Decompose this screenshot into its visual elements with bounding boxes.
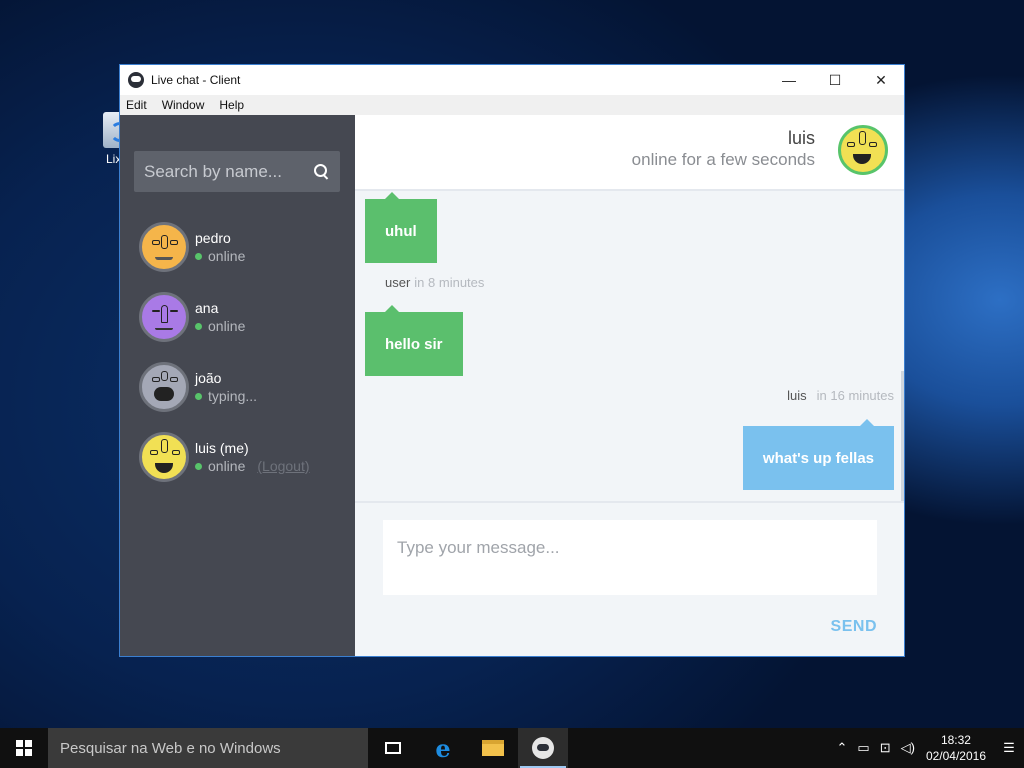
chat-contact-status: online for a few seconds [631, 150, 815, 169]
contact-status: online [208, 248, 246, 264]
volume-icon[interactable]: ◁) [901, 740, 915, 756]
minimize-button[interactable]: — [766, 65, 812, 95]
composer: SEND [355, 501, 904, 656]
chat-panel: luis online for a few seconds uhul user … [355, 115, 904, 656]
message-bubble: uhul [365, 192, 437, 263]
maximize-button[interactable]: ☐ [812, 65, 858, 95]
message-author: luis [787, 388, 807, 403]
contact-name: ana [195, 300, 219, 316]
avatar [139, 432, 189, 482]
menu-bar: Edit Window Help [120, 95, 904, 115]
clock[interactable]: 18:32 02/04/2016 [926, 732, 986, 764]
chat-app-icon [532, 737, 554, 759]
message-input[interactable] [383, 520, 877, 595]
clock-date: 02/04/2016 [925, 749, 986, 763]
contact-item-luis-me[interactable]: luis (me) online (Logout) [120, 422, 355, 492]
battery-icon[interactable]: ▭ [857, 740, 869, 756]
live-chat-taskbar-button[interactable] [518, 728, 568, 768]
avatar [139, 222, 189, 272]
app-logo-icon [128, 72, 144, 88]
task-view-icon [385, 742, 401, 754]
message-bubble: what's up fellas [742, 419, 894, 490]
app-content: Search by name... pedro online ana onlin… [120, 115, 904, 656]
chat-header: luis online for a few seconds [355, 115, 904, 191]
window-title: Live chat - Client [151, 73, 241, 87]
message-meta: user in 8 minutes [385, 275, 484, 290]
contact-item-pedro[interactable]: pedro online [120, 212, 355, 282]
taskbar-search-input[interactable]: Pesquisar na Web e no Windows [48, 728, 368, 768]
chat-contact-name: luis [787, 128, 815, 148]
online-dot-icon [195, 322, 202, 330]
message-time: in 16 minutes [816, 388, 894, 403]
menu-help[interactable]: Help [219, 98, 244, 112]
search-placeholder: Search by name... [144, 161, 282, 181]
start-button[interactable] [0, 728, 48, 768]
avatar [838, 125, 888, 175]
online-dot-icon [195, 252, 202, 260]
system-tray: ⌃ ▭ ⊡ ◁) 18:32 02/04/2016 ☰ [832, 728, 1024, 768]
message-time: in 8 minutes [414, 275, 485, 290]
message-author: user [385, 275, 411, 290]
edge-button[interactable]: e [418, 728, 468, 768]
close-button[interactable]: ✕ [858, 65, 904, 95]
message-meta: luis in 16 minutes [787, 388, 894, 403]
send-button[interactable]: SEND [831, 618, 877, 636]
message-bubble: hello sir [365, 305, 463, 376]
search-icon[interactable] [314, 163, 330, 180]
avatar [139, 362, 189, 412]
online-dot-icon [195, 392, 202, 400]
contact-status: online [208, 318, 246, 334]
menu-edit[interactable]: Edit [126, 98, 147, 112]
desktop: Lixe Live chat - Client — ☐ ✕ Edit Windo… [0, 0, 1024, 728]
contact-name: luis (me) [195, 440, 249, 456]
task-view-button[interactable] [368, 728, 418, 768]
windows-logo-icon [16, 740, 32, 756]
taskbar: Pesquisar na Web e no Windows e ⌃ ▭ ⊡ ◁)… [0, 728, 1024, 768]
message-scrollbar[interactable] [901, 371, 904, 501]
contact-name: joão [195, 370, 222, 386]
clock-time: 18:32 [940, 733, 971, 747]
contact-status: typing... [208, 388, 258, 404]
sidebar: Search by name... pedro online ana onlin… [120, 115, 355, 656]
contact-search-input[interactable]: Search by name... [134, 151, 340, 192]
title-bar: Live chat - Client — ☐ ✕ [120, 65, 904, 95]
contact-name: pedro [195, 230, 231, 246]
online-dot-icon [195, 462, 202, 470]
menu-window[interactable]: Window [162, 98, 205, 112]
message-list: uhul user in 8 minutes hello sir luis in 1… [355, 191, 904, 501]
chevron-up-icon[interactable]: ⌃ [837, 740, 848, 756]
edge-icon: e [435, 733, 451, 763]
file-explorer-button[interactable] [468, 728, 518, 768]
contact-list: pedro online ana online joão typing... l… [120, 212, 355, 492]
notifications-icon[interactable]: ☰ [994, 728, 1024, 768]
folder-icon [482, 740, 504, 756]
network-icon[interactable]: ⊡ [880, 740, 891, 756]
contact-item-joao[interactable]: joão typing... [120, 352, 355, 422]
app-window: Live chat - Client — ☐ ✕ Edit Window Hel… [119, 64, 905, 657]
logout-link[interactable]: (Logout) [257, 457, 309, 475]
avatar [139, 292, 189, 342]
contact-item-ana[interactable]: ana online [120, 282, 355, 352]
contact-status: online [208, 458, 246, 474]
